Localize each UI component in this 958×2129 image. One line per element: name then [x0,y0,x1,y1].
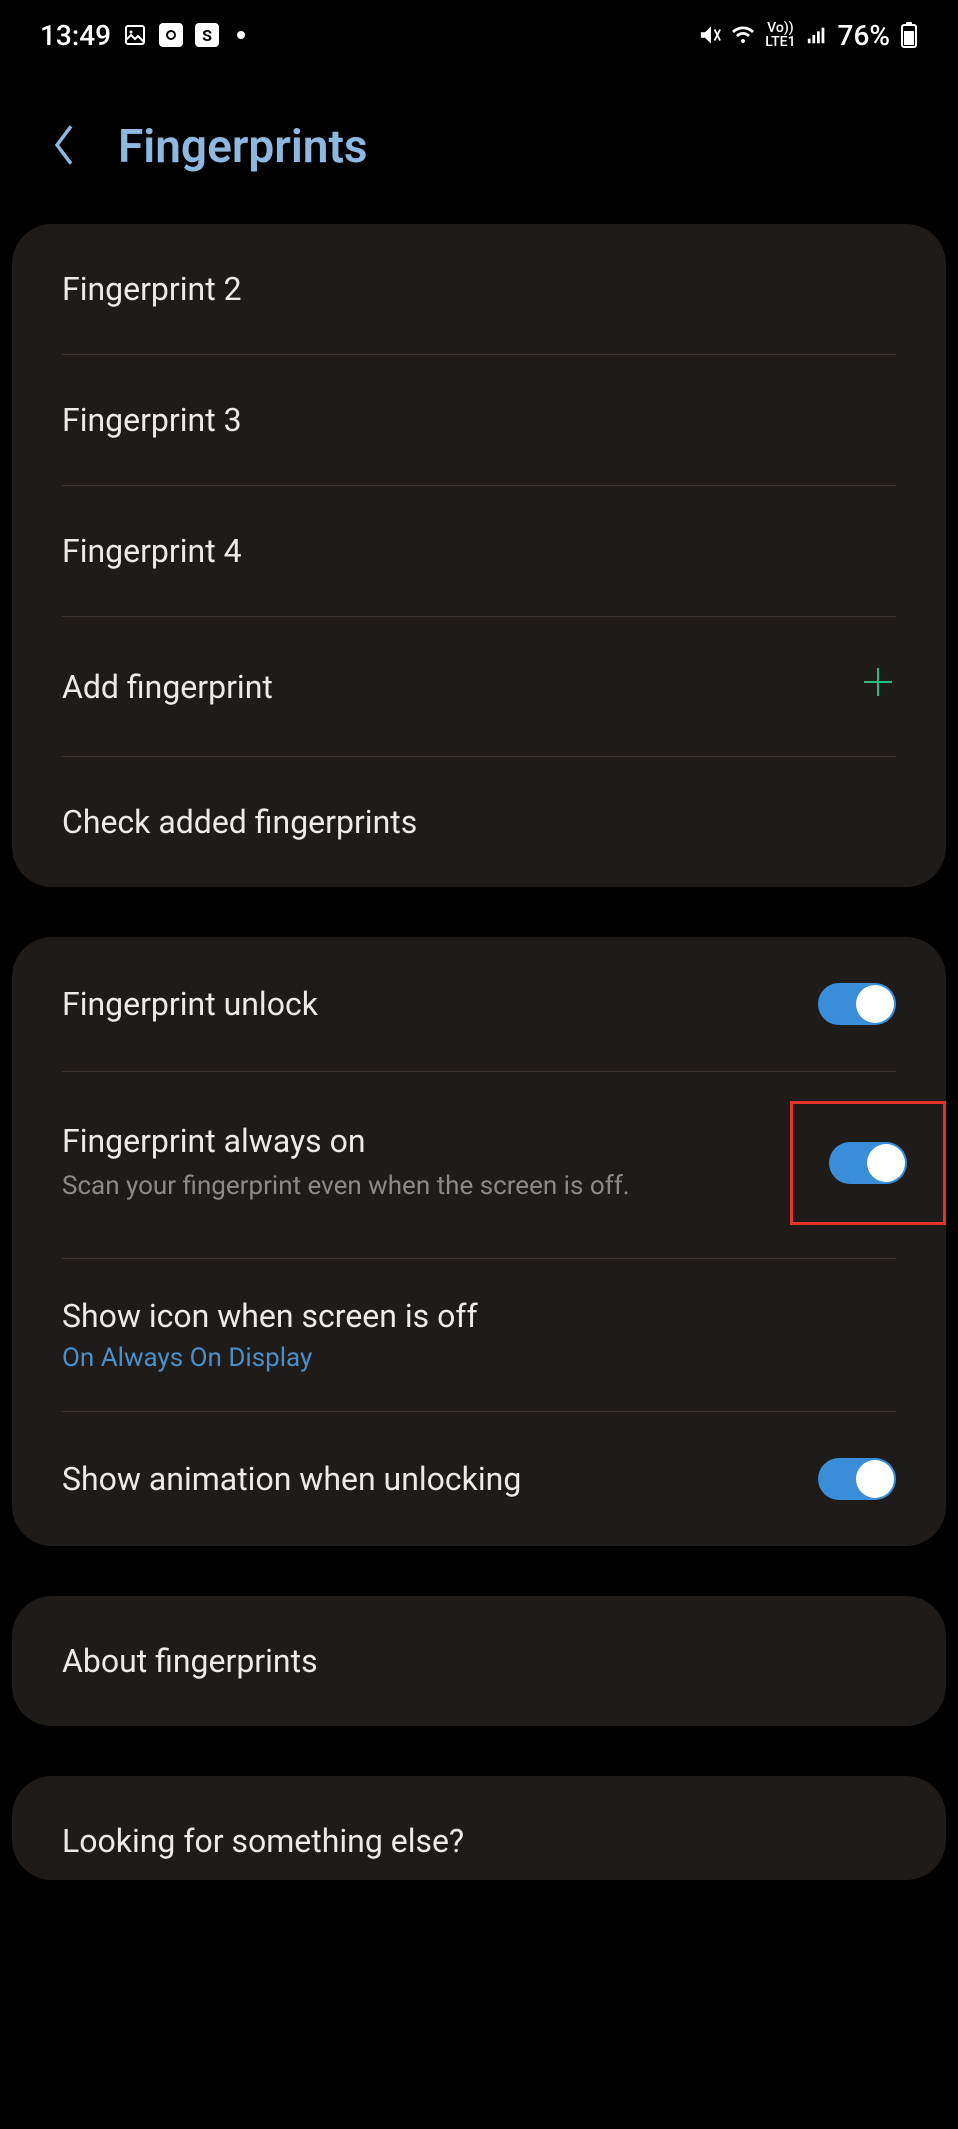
fingerprint-unlock-toggle[interactable] [818,983,896,1025]
header: Fingerprints [0,70,958,224]
about-fingerprints-label: About fingerprints [62,1642,318,1680]
show-animation-toggle[interactable] [818,1458,896,1500]
looking-card: Looking for something else? [12,1776,946,1880]
toggle-knob [867,1144,905,1182]
app-icon-2: S [195,23,219,47]
more-dot-icon [237,31,245,39]
plus-icon [860,663,896,710]
signal-icon [806,24,828,46]
fingerprint-unlock-item[interactable]: Fingerprint unlock [12,937,946,1071]
add-fingerprint-label: Add fingerprint [62,668,273,706]
check-fingerprints-label: Check added fingerprints [62,803,417,841]
fingerprints-list-card: Fingerprint 2 Fingerprint 3 Fingerprint … [12,224,946,887]
show-icon-item[interactable]: Show icon when screen is off On Always O… [12,1259,946,1411]
about-card: About fingerprints [12,1596,946,1726]
fingerprint-item-3[interactable]: Fingerprint 3 [12,355,946,485]
about-fingerprints-item[interactable]: About fingerprints [12,1596,946,1726]
fingerprint-always-on-subtitle: Scan your fingerprint even when the scre… [62,1168,662,1204]
fingerprint-label: Fingerprint 2 [62,270,242,308]
status-bar: 13:49 S Vo)) LTE1 76% [0,0,958,70]
battery-icon [900,21,918,49]
fingerprint-always-on-label: Fingerprint always on [62,1122,790,1160]
fingerprint-item-4[interactable]: Fingerprint 4 [12,486,946,616]
status-time: 13:49 [40,19,111,52]
fingerprint-label: Fingerprint 4 [62,532,242,570]
status-left: 13:49 S [40,19,245,52]
looking-item[interactable]: Looking for something else? [12,1776,946,1880]
mute-icon [699,24,721,46]
looking-label: Looking for something else? [62,1822,464,1860]
show-animation-item[interactable]: Show animation when unlocking [12,1412,946,1546]
app-icon-1 [159,23,183,47]
gallery-icon [123,23,147,47]
add-fingerprint-item[interactable]: Add fingerprint [12,617,946,756]
check-fingerprints-item[interactable]: Check added fingerprints [12,757,946,887]
wifi-icon [731,23,755,47]
fingerprint-settings-card: Fingerprint unlock Fingerprint always on… [12,937,946,1546]
page-title: Fingerprints [118,120,368,174]
battery-percent: 76% [838,19,890,52]
fingerprint-label: Fingerprint 3 [62,401,242,439]
show-icon-label: Show icon when screen is off [62,1297,896,1335]
fingerprint-always-on-item[interactable]: Fingerprint always on Scan your fingerpr… [12,1072,946,1258]
back-button[interactable] [50,121,78,173]
show-icon-subtitle: On Always On Display [62,1343,896,1373]
toggle-knob [856,985,894,1023]
network-label: Vo)) LTE1 [765,21,795,49]
show-animation-label: Show animation when unlocking [62,1460,818,1498]
fingerprint-always-on-toggle[interactable] [829,1142,907,1184]
toggle-knob [856,1460,894,1498]
status-right: Vo)) LTE1 76% [699,19,918,52]
fingerprint-unlock-label: Fingerprint unlock [62,985,818,1023]
highlight-annotation [790,1101,946,1225]
fingerprint-item-2[interactable]: Fingerprint 2 [12,224,946,354]
